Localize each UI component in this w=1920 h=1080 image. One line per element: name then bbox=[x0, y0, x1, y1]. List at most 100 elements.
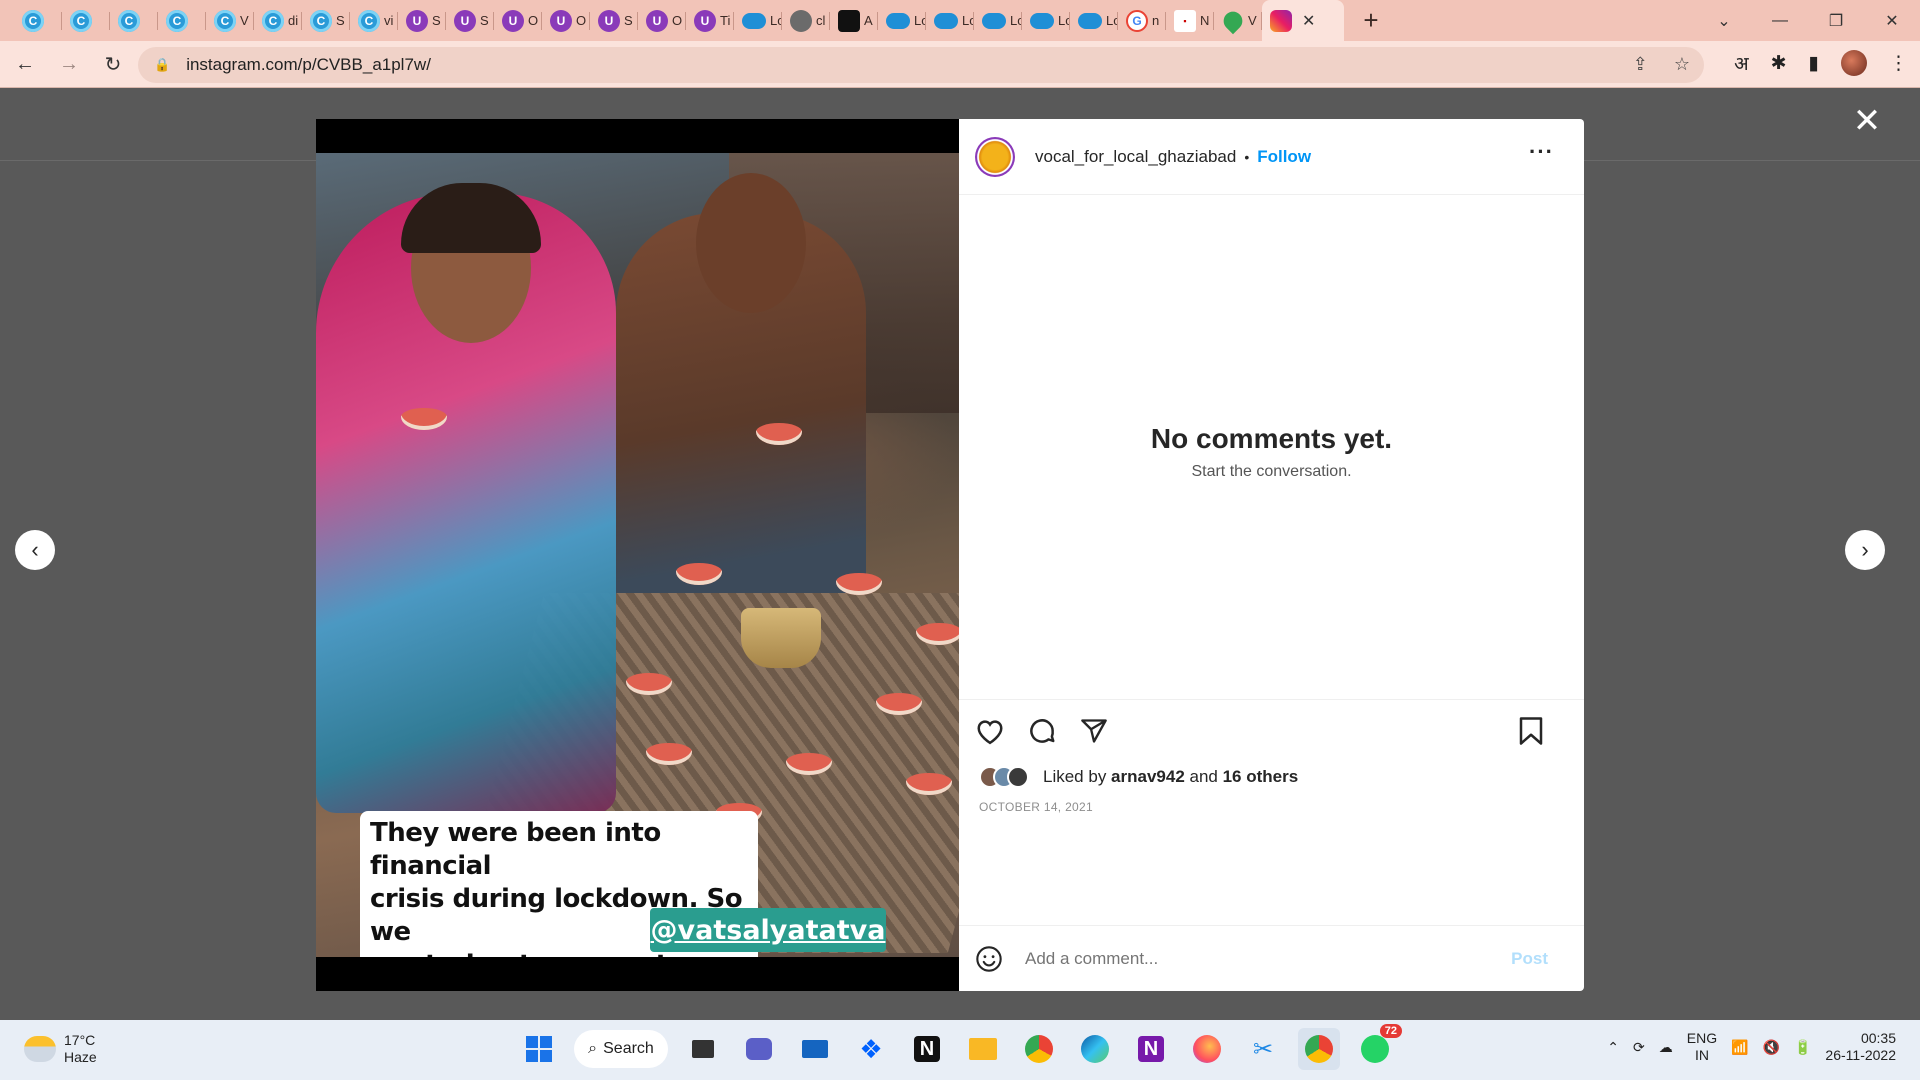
dropbox-icon[interactable]: ❖ bbox=[850, 1028, 892, 1070]
bookmark-star-icon[interactable]: ☆ bbox=[1674, 54, 1690, 75]
liked-by-others[interactable]: 16 others bbox=[1223, 767, 1299, 786]
chrome-icon[interactable] bbox=[1018, 1028, 1060, 1070]
clock[interactable]: 00:35 26-11-2022 bbox=[1825, 1030, 1896, 1064]
close-tab-icon[interactable]: ✕ bbox=[1302, 11, 1315, 31]
browser-tab[interactable]: CS bbox=[302, 0, 350, 41]
liked-by-text[interactable]: Liked by arnav942 and 16 others bbox=[1043, 767, 1298, 787]
browser-tab[interactable]: ▪ N bbox=[1166, 0, 1214, 41]
liked-by-user[interactable]: arnav942 bbox=[1111, 767, 1185, 786]
browser-tab[interactable]: Lo bbox=[878, 0, 926, 41]
share-icon[interactable] bbox=[1079, 717, 1109, 745]
post-photo[interactable]: They were been into financial crisis dur… bbox=[316, 153, 959, 957]
browser-tab[interactable]: C bbox=[62, 0, 110, 41]
browser-tab[interactable]: A bbox=[830, 0, 878, 41]
tab-title: Ti bbox=[720, 13, 731, 28]
file-explorer-icon[interactable] bbox=[962, 1028, 1004, 1070]
browser-tab[interactable]: UO bbox=[542, 0, 590, 41]
profile-avatar[interactable] bbox=[1841, 50, 1867, 76]
browser-tab[interactable]: US bbox=[398, 0, 446, 41]
browser-tab[interactable]: U Ti bbox=[686, 0, 734, 41]
chrome-profile-icon[interactable] bbox=[1298, 1028, 1340, 1070]
translate-button[interactable]: अ bbox=[1734, 50, 1749, 76]
emoji-icon[interactable] bbox=[975, 945, 1003, 973]
follow-button[interactable]: Follow bbox=[1257, 147, 1311, 167]
photo-paint-bowl bbox=[741, 608, 821, 668]
task-view-icon[interactable] bbox=[682, 1028, 724, 1070]
start-button[interactable] bbox=[518, 1028, 560, 1070]
close-modal-icon[interactable]: ✕ bbox=[1850, 104, 1884, 140]
restore-icon[interactable]: ❐ bbox=[1808, 0, 1864, 41]
browser-tab[interactable]: Cvi bbox=[350, 0, 398, 41]
weather-widget[interactable]: 17°C Haze bbox=[24, 1032, 97, 1066]
browser-tab[interactable]: C bbox=[158, 0, 206, 41]
tab-search-icon[interactable]: ⌄ bbox=[1696, 0, 1752, 41]
next-post-button[interactable]: › bbox=[1845, 530, 1885, 570]
new-tab-button[interactable]: + bbox=[1354, 0, 1388, 41]
browser-tab[interactable]: C bbox=[14, 0, 62, 41]
share-icon[interactable]: ⇪ bbox=[1633, 54, 1648, 75]
edge-icon[interactable] bbox=[1074, 1028, 1116, 1070]
previous-post-button[interactable]: ‹ bbox=[15, 530, 55, 570]
chevron-up-icon[interactable]: ⌃ bbox=[1607, 1039, 1619, 1056]
taskbar-apps: ⌕ Search ❖ N N ✂ 72 bbox=[518, 1024, 1402, 1070]
wifi-icon[interactable]: 📶 bbox=[1731, 1039, 1748, 1056]
browser-tab[interactable]: V bbox=[1214, 0, 1262, 41]
chat-icon[interactable] bbox=[738, 1028, 780, 1070]
extensions-icon[interactable]: ✱ bbox=[1771, 52, 1787, 75]
liker-avatar[interactable] bbox=[1007, 766, 1029, 788]
address-bar[interactable]: 🔒 instagram.com/p/CVBB_a1pl7w/ ⇪ ☆ bbox=[138, 47, 1704, 83]
c-icon: C bbox=[214, 9, 236, 32]
browser-tab[interactable]: CV bbox=[206, 0, 254, 41]
browser-tab[interactable]: UO bbox=[494, 0, 542, 41]
post-media[interactable]: They were been into financial crisis dur… bbox=[316, 119, 959, 991]
taskbar-search[interactable]: ⌕ Search bbox=[574, 1030, 668, 1068]
browser-tab[interactable]: Lo bbox=[926, 0, 974, 41]
comment-input[interactable] bbox=[1025, 948, 1512, 969]
sync-icon[interactable]: ⟳ bbox=[1633, 1039, 1645, 1056]
menu-icon[interactable]: ⋮ bbox=[1889, 52, 1908, 75]
post-date[interactable]: OCTOBER 14, 2021 bbox=[959, 792, 1584, 814]
lock-icon[interactable]: 🔒 bbox=[154, 57, 170, 73]
more-options-icon[interactable]: ··· bbox=[1529, 139, 1554, 165]
mail-icon[interactable] bbox=[794, 1028, 836, 1070]
author-username[interactable]: vocal_for_local_ghaziabad bbox=[1035, 147, 1236, 167]
cloud-icon bbox=[982, 12, 1006, 29]
onedrive-icon[interactable]: ☁ bbox=[1659, 1039, 1673, 1056]
snipping-tool-icon[interactable]: ✂ bbox=[1242, 1028, 1284, 1070]
battery-icon[interactable]: 🔋 bbox=[1794, 1039, 1811, 1056]
browser-tab[interactable]: Lo bbox=[1070, 0, 1118, 41]
language-indicator[interactable]: ENG IN bbox=[1687, 1030, 1717, 1064]
active-tab-instagram[interactable]: ✕ bbox=[1262, 0, 1344, 41]
close-window-icon[interactable]: ✕ bbox=[1864, 0, 1920, 41]
minimize-icon[interactable]: — bbox=[1752, 0, 1808, 41]
bookmark-icon[interactable] bbox=[1518, 716, 1544, 746]
back-icon[interactable]: ← bbox=[6, 45, 44, 83]
cloud-icon bbox=[742, 12, 766, 29]
reload-icon[interactable]: ↻ bbox=[94, 45, 132, 83]
url-text[interactable]: instagram.com/p/CVBB_a1pl7w/ bbox=[186, 55, 431, 75]
whatsapp-icon[interactable]: 72 bbox=[1354, 1024, 1402, 1070]
tab-title: V bbox=[1248, 13, 1257, 28]
browser-tab[interactable]: Gn bbox=[1118, 0, 1166, 41]
browser-tab[interactable]: US bbox=[446, 0, 494, 41]
tab-title: A bbox=[864, 13, 873, 28]
mute-icon[interactable]: 🔇 bbox=[1763, 1039, 1780, 1056]
browser-tab[interactable]: Lo bbox=[734, 0, 782, 41]
post-comment-button[interactable]: Post bbox=[1511, 949, 1548, 969]
browser-tab[interactable]: US bbox=[590, 0, 638, 41]
author-avatar[interactable] bbox=[975, 136, 1015, 177]
firefox-icon[interactable] bbox=[1186, 1028, 1228, 1070]
browser-tab[interactable]: Lo bbox=[1022, 0, 1070, 41]
onenote-icon[interactable]: N bbox=[1130, 1028, 1172, 1070]
handle-text: @vatsalyatatva bbox=[650, 914, 886, 946]
browser-tab[interactable]: Lo bbox=[974, 0, 1022, 41]
heart-icon[interactable] bbox=[975, 717, 1005, 745]
comment-icon[interactable] bbox=[1027, 716, 1057, 746]
browser-tab[interactable]: Cdi bbox=[254, 0, 302, 41]
browser-tab[interactable]: C bbox=[110, 0, 158, 41]
side-panel-icon[interactable]: ▮ bbox=[1809, 52, 1819, 75]
browser-tab[interactable]: cl bbox=[782, 0, 830, 41]
notion-icon[interactable]: N bbox=[906, 1028, 948, 1070]
browser-tab[interactable]: UO bbox=[638, 0, 686, 41]
forward-icon[interactable]: → bbox=[50, 45, 88, 83]
